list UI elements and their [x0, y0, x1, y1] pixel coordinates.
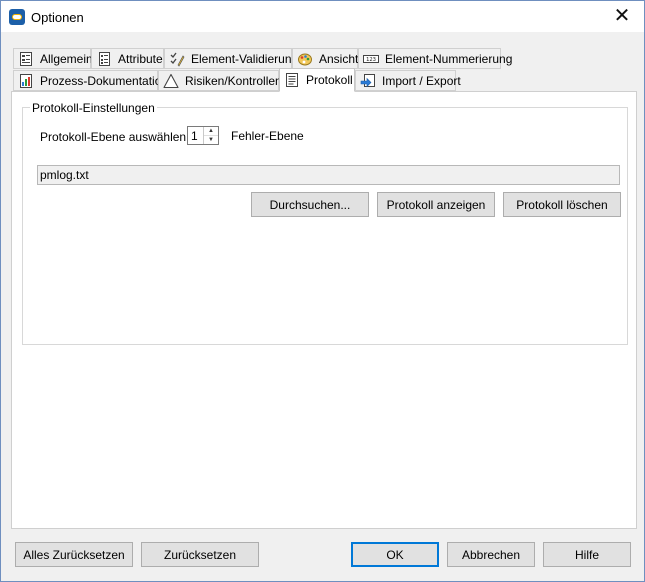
tab-label: Risiken/Kontrollen [185, 73, 282, 88]
tab-import-export[interactable]: Import / Export [355, 70, 461, 91]
title-bar[interactable]: Optionen ✕ [1, 1, 644, 32]
spin-up-arrow-icon[interactable]: ▲ [204, 127, 218, 136]
reset-button[interactable]: Zurücksetzen [141, 542, 259, 567]
cancel-button[interactable]: Abbrechen [447, 542, 535, 567]
tab-label: Protokoll [306, 73, 353, 87]
tab-allgemein[interactable]: Allgemein [13, 48, 93, 69]
browse-button[interactable]: Durchsuchen... [251, 192, 369, 217]
tab-label: Element-Validierung [191, 51, 299, 66]
svg-text:123: 123 [366, 57, 376, 63]
tab-label: Ansicht [319, 51, 359, 66]
reset-all-button[interactable]: Alles Zurücksetzen [15, 542, 133, 567]
process-doc-icon [20, 73, 32, 88]
document-list-icon [20, 51, 32, 66]
tab-prozess-dokumentation[interactable]: Prozess-Dokumentation [13, 70, 168, 91]
log-level-description: Fehler-Ebene [231, 129, 304, 143]
group-title: Protokoll-Einstellungen [30, 101, 157, 115]
delete-log-button[interactable]: Protokoll löschen [503, 192, 621, 217]
tab-ansicht[interactable]: Ansicht [292, 48, 358, 69]
log-level-spinner[interactable]: 1 ▲ ▼ [187, 126, 219, 145]
tab-element-nummerierung[interactable]: 123 Element-Nummerierung [358, 48, 512, 69]
options-dialog: Optionen ✕ Allgemein Attribute Element-V… [0, 0, 645, 582]
tab-risiken-kontrollen[interactable]: Risiken/Kontrollen [158, 70, 282, 91]
help-button[interactable]: Hilfe [543, 542, 631, 567]
palette-icon [298, 53, 312, 65]
numbering-icon: 123 [363, 54, 379, 63]
spinner-buttons: ▲ ▼ [203, 127, 218, 144]
log-document-icon [286, 73, 298, 87]
window-title: Optionen [31, 10, 84, 25]
warning-triangle-icon [163, 73, 179, 88]
close-button[interactable]: ✕ [600, 1, 644, 32]
tab-protokoll[interactable]: Protokoll [279, 68, 355, 92]
tab-label: Import / Export [382, 73, 461, 88]
tab-attribute[interactable]: Attribute [91, 48, 164, 69]
tab-label: Element-Nummerierung [385, 51, 513, 66]
app-logo-icon [9, 9, 25, 25]
tab-label: Allgemein [40, 51, 93, 66]
attribute-list-icon [99, 51, 110, 66]
ok-button[interactable]: OK [351, 542, 439, 567]
log-level-label: Protokoll-Ebene auswählen [40, 130, 187, 144]
show-log-button[interactable]: Protokoll anzeigen [377, 192, 495, 217]
log-level-value[interactable]: 1 [191, 129, 198, 143]
tab-label: Attribute [118, 51, 163, 66]
spin-down-arrow-icon[interactable]: ▼ [204, 136, 218, 144]
tab-label: Prozess-Dokumentation [40, 73, 169, 88]
tab-element-validierung[interactable]: Element-Validierung [164, 48, 298, 69]
import-export-icon [360, 73, 375, 87]
log-file-field[interactable]: pmlog.txt [37, 165, 620, 185]
checklist-pen-icon [170, 52, 185, 67]
